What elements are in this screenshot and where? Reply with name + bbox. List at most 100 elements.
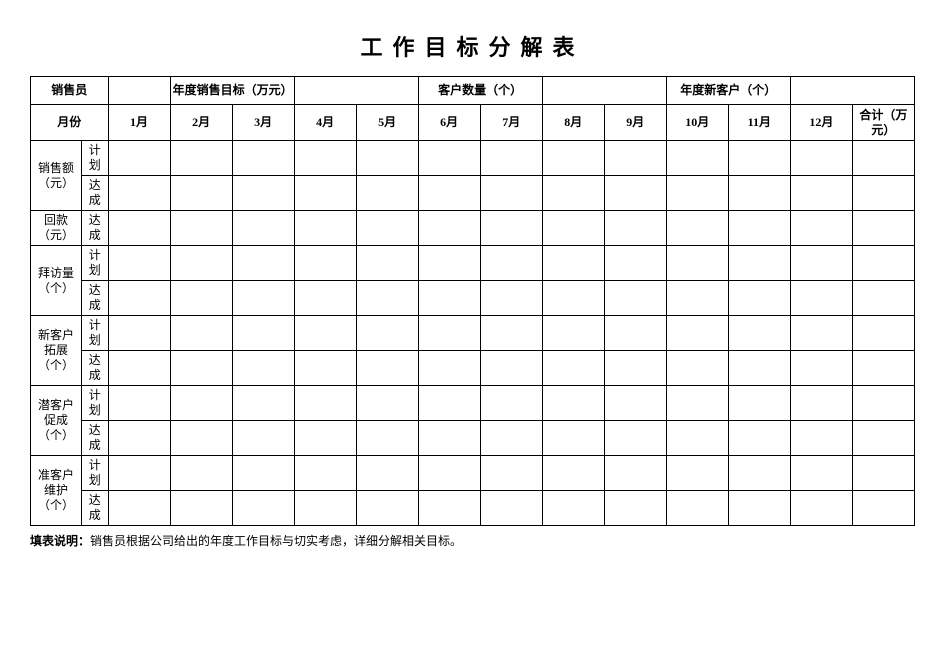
cell: [790, 246, 852, 281]
cell: [170, 386, 232, 421]
cell: [604, 456, 666, 491]
cell: [604, 316, 666, 351]
cell: [852, 421, 914, 456]
cell: [418, 176, 480, 211]
month-2: 2月: [170, 105, 232, 141]
cell: [728, 211, 790, 246]
cell: [542, 211, 604, 246]
cell: [294, 386, 356, 421]
cell: [790, 141, 852, 176]
cell: [170, 176, 232, 211]
cell: [852, 176, 914, 211]
cell: [852, 316, 914, 351]
cell: [852, 386, 914, 421]
page-title: 工作目标分解表: [30, 30, 915, 62]
cell: [480, 246, 542, 281]
month-7: 7月: [480, 105, 542, 141]
cell: [170, 316, 232, 351]
cell: [418, 281, 480, 316]
cell: [604, 281, 666, 316]
month-8: 8月: [542, 105, 604, 141]
row-sub-achieved: 达成: [81, 351, 108, 386]
cell: [666, 421, 728, 456]
cell: [232, 456, 294, 491]
cell: [728, 176, 790, 211]
month-6: 6月: [418, 105, 480, 141]
cell: [852, 246, 914, 281]
cell: [170, 421, 232, 456]
cell: [294, 491, 356, 526]
month-11: 11月: [728, 105, 790, 141]
table-row: 回款（元） 达成: [31, 211, 915, 246]
cell: [790, 491, 852, 526]
cell: [232, 281, 294, 316]
cell: [418, 211, 480, 246]
header-annual-new-customer-value: [790, 77, 914, 105]
footer-text: 销售员根据公司给出的年度工作目标与切实考虑，详细分解相关目标。: [90, 534, 462, 548]
row-sub-achieved: 达成: [81, 211, 108, 246]
cell: [480, 211, 542, 246]
cell: [480, 141, 542, 176]
cell: [542, 421, 604, 456]
cell: [108, 316, 170, 351]
row-sub-plan: 计划: [81, 246, 108, 281]
cell: [108, 386, 170, 421]
cell: [294, 316, 356, 351]
cell: [728, 281, 790, 316]
header-annual-new-customer: 年度新客户（个）: [666, 77, 790, 105]
cell: [108, 421, 170, 456]
table-row: 销售额（元） 计划: [31, 141, 915, 176]
table-row: 达成: [31, 351, 915, 386]
table-row: 拜访量（个） 计划: [31, 246, 915, 281]
cell: [542, 281, 604, 316]
cell: [356, 421, 418, 456]
cell: [356, 246, 418, 281]
cell: [480, 456, 542, 491]
cell: [480, 386, 542, 421]
cell: [294, 141, 356, 176]
cell: [108, 141, 170, 176]
table-row: 达成: [31, 176, 915, 211]
cell: [356, 176, 418, 211]
cell: [170, 281, 232, 316]
cell: [294, 176, 356, 211]
cell: [790, 386, 852, 421]
cell: [728, 421, 790, 456]
cell: [294, 211, 356, 246]
cell: [604, 211, 666, 246]
cell: [108, 211, 170, 246]
cell: [232, 386, 294, 421]
table-row: 达成: [31, 491, 915, 526]
cell: [418, 421, 480, 456]
cell: [232, 141, 294, 176]
cell: [790, 351, 852, 386]
cell: [480, 491, 542, 526]
cell: [790, 456, 852, 491]
cell: [294, 456, 356, 491]
cell: [604, 386, 666, 421]
cell: [356, 141, 418, 176]
footer-label: 填表说明：: [30, 534, 90, 548]
row-sub-achieved: 达成: [81, 281, 108, 316]
cell: [852, 211, 914, 246]
cell: [170, 141, 232, 176]
row-label-visits: 拜访量（个）: [31, 246, 82, 316]
cell: [790, 211, 852, 246]
cell: [480, 281, 542, 316]
header-annual-target-value: [294, 77, 418, 105]
row-sub-achieved: 达成: [81, 176, 108, 211]
cell: [480, 316, 542, 351]
cell: [480, 176, 542, 211]
cell: [666, 211, 728, 246]
month-4: 4月: [294, 105, 356, 141]
row-sub-plan: 计划: [81, 456, 108, 491]
cell: [604, 246, 666, 281]
cell: [666, 351, 728, 386]
cell: [666, 281, 728, 316]
table-row: 达成: [31, 281, 915, 316]
cell: [232, 246, 294, 281]
cell: [232, 421, 294, 456]
month-5: 5月: [356, 105, 418, 141]
cell: [666, 246, 728, 281]
header-salesperson: 销售员: [31, 77, 109, 105]
